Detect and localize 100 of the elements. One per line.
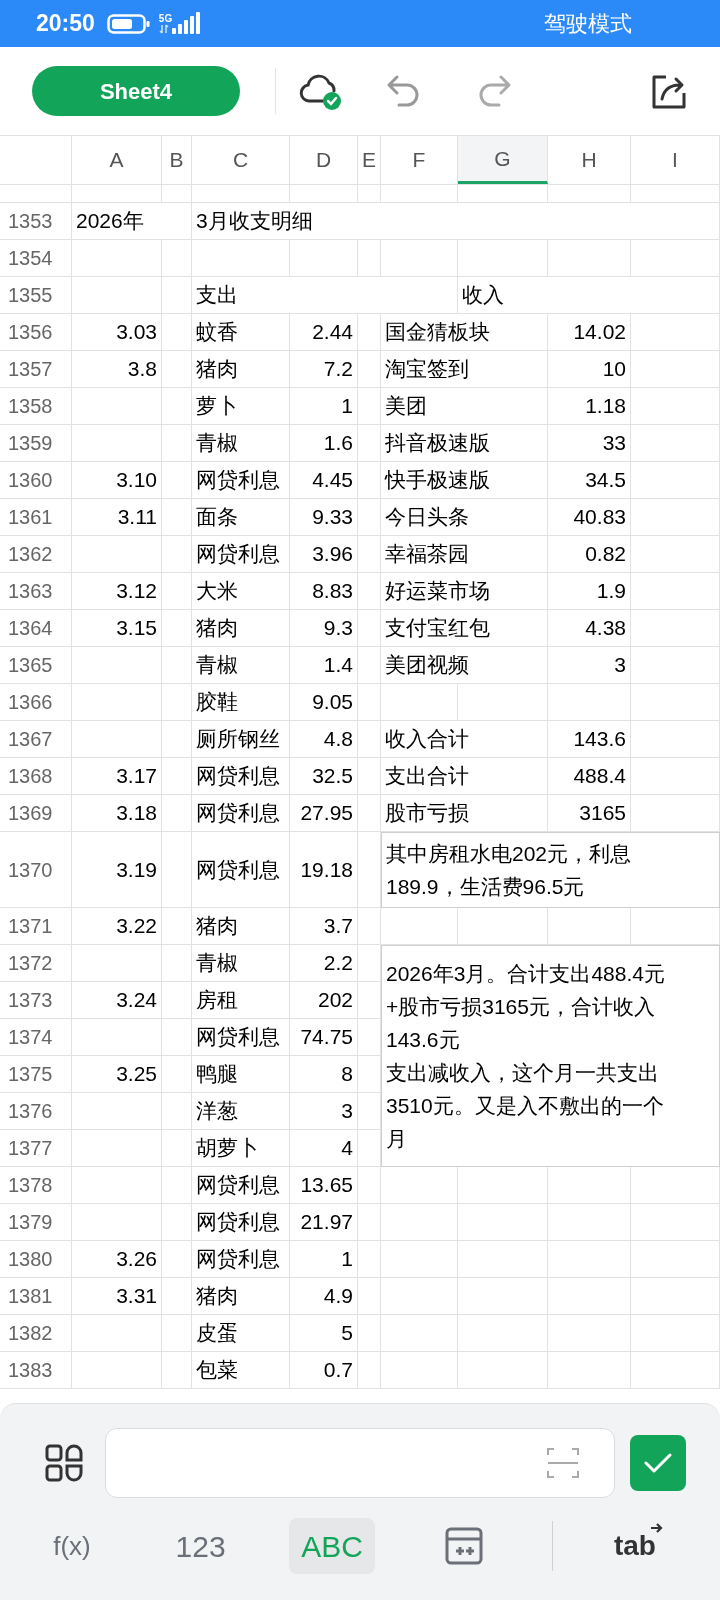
table-cell[interactable]: 3.17 xyxy=(72,758,162,795)
row-number[interactable]: 1365 xyxy=(0,647,72,684)
empty-cell[interactable] xyxy=(358,945,381,982)
table-cell[interactable]: 9.3 xyxy=(290,610,358,647)
empty-cell[interactable] xyxy=(358,1130,381,1167)
number-mode-tab[interactable]: 123 xyxy=(158,1518,243,1574)
row-number[interactable]: 1364 xyxy=(0,610,72,647)
empty-cell[interactable] xyxy=(381,684,458,721)
table-cell[interactable]: 1 xyxy=(290,1241,358,1278)
empty-cell[interactable] xyxy=(358,1241,381,1278)
table-cell[interactable]: 支出 xyxy=(192,277,458,314)
table-cell[interactable]: 1.9 xyxy=(548,573,631,610)
empty-cell[interactable] xyxy=(162,1130,192,1167)
table-cell[interactable]: 青椒 xyxy=(192,945,290,982)
row-number[interactable]: 1378 xyxy=(0,1167,72,1204)
empty-cell[interactable] xyxy=(162,1204,192,1241)
row-number[interactable]: 1375 xyxy=(0,1056,72,1093)
empty-cell[interactable] xyxy=(548,1241,631,1278)
table-cell[interactable]: 488.4 xyxy=(548,758,631,795)
column-header[interactable]: E xyxy=(358,136,381,184)
empty-cell[interactable] xyxy=(631,1278,720,1315)
table-cell[interactable]: 网贷利息 xyxy=(192,795,290,832)
row-number[interactable]: 1360 xyxy=(0,462,72,499)
column-header[interactable]: G xyxy=(458,136,548,184)
table-cell[interactable]: 包菜 xyxy=(192,1352,290,1389)
table-cell[interactable]: 3.31 xyxy=(72,1278,162,1315)
tab-key[interactable]: tab xyxy=(599,1518,670,1574)
empty-cell[interactable] xyxy=(162,499,192,536)
table-cell[interactable]: 2026年 xyxy=(72,203,192,240)
empty-cell[interactable] xyxy=(381,1204,458,1241)
empty-cell[interactable] xyxy=(358,240,381,277)
table-cell[interactable]: 8.83 xyxy=(290,573,358,610)
empty-cell[interactable] xyxy=(358,1167,381,1204)
table-cell[interactable]: 3.19 xyxy=(72,832,162,908)
table-cell[interactable]: 猪肉 xyxy=(192,351,290,388)
table-cell[interactable]: 3.22 xyxy=(72,908,162,945)
empty-cell[interactable] xyxy=(381,908,458,945)
table-cell[interactable]: 3.96 xyxy=(290,536,358,573)
table-cell[interactable]: 青椒 xyxy=(192,425,290,462)
empty-cell[interactable] xyxy=(458,684,548,721)
empty-cell[interactable] xyxy=(162,1167,192,1204)
empty-cell[interactable] xyxy=(358,1093,381,1130)
table-cell[interactable]: 皮蛋 xyxy=(192,1315,290,1352)
empty-cell[interactable] xyxy=(631,1315,720,1352)
empty-cell[interactable] xyxy=(381,1315,458,1352)
row-number[interactable]: 1371 xyxy=(0,908,72,945)
table-cell[interactable]: 青椒 xyxy=(192,647,290,684)
empty-cell[interactable] xyxy=(631,1352,720,1389)
table-cell[interactable]: 网贷利息 xyxy=(192,832,290,908)
table-cell[interactable]: 2.44 xyxy=(290,314,358,351)
empty-cell[interactable] xyxy=(162,684,192,721)
table-cell[interactable]: 27.95 xyxy=(290,795,358,832)
table-cell[interactable]: 4.38 xyxy=(548,610,631,647)
table-cell[interactable]: 7.2 xyxy=(290,351,358,388)
empty-cell[interactable] xyxy=(162,795,192,832)
apps-grid-icon[interactable] xyxy=(45,1444,83,1482)
table-cell[interactable]: 3.26 xyxy=(72,1241,162,1278)
table-cell[interactable]: 33 xyxy=(548,425,631,462)
table-cell[interactable]: 蚊香 xyxy=(192,314,290,351)
empty-cell[interactable] xyxy=(162,1241,192,1278)
row-number[interactable]: 1376 xyxy=(0,1093,72,1130)
empty-cell[interactable] xyxy=(162,1315,192,1352)
table-cell[interactable]: 4.8 xyxy=(290,721,358,758)
row-number[interactable]: 1377 xyxy=(0,1130,72,1167)
table-cell[interactable]: 3165 xyxy=(548,795,631,832)
empty-cell[interactable] xyxy=(458,240,548,277)
table-cell[interactable]: 股市亏损 xyxy=(381,795,548,832)
empty-cell[interactable] xyxy=(358,1056,381,1093)
table-cell[interactable]: 快手极速版 xyxy=(381,462,548,499)
table-cell[interactable]: 国金猜板块 xyxy=(381,314,548,351)
empty-cell[interactable] xyxy=(381,240,458,277)
scan-icon[interactable] xyxy=(546,1446,580,1480)
table-cell[interactable]: 4 xyxy=(290,1130,358,1167)
table-cell[interactable]: 网贷利息 xyxy=(192,462,290,499)
table-cell[interactable]: 10 xyxy=(548,351,631,388)
table-cell[interactable]: 网贷利息 xyxy=(192,1241,290,1278)
table-cell[interactable]: 4.9 xyxy=(290,1278,358,1315)
empty-cell[interactable] xyxy=(358,462,381,499)
empty-cell[interactable] xyxy=(381,1352,458,1389)
table-cell[interactable]: 3.11 xyxy=(72,499,162,536)
empty-cell[interactable] xyxy=(358,1278,381,1315)
empty-cell[interactable] xyxy=(162,908,192,945)
table-cell[interactable]: 厕所钢丝 xyxy=(192,721,290,758)
row-number[interactable]: 1379 xyxy=(0,1204,72,1241)
empty-cell[interactable] xyxy=(162,462,192,499)
table-cell[interactable]: 143.6 xyxy=(548,721,631,758)
row-number[interactable]: 1368 xyxy=(0,758,72,795)
row-number[interactable]: 1353 xyxy=(0,203,72,240)
empty-cell[interactable] xyxy=(358,721,381,758)
empty-cell[interactable] xyxy=(358,314,381,351)
row-number[interactable]: 1370 xyxy=(0,832,72,908)
empty-cell[interactable] xyxy=(358,573,381,610)
empty-cell[interactable] xyxy=(162,1093,192,1130)
table-cell[interactable]: 网贷利息 xyxy=(192,1167,290,1204)
empty-cell[interactable] xyxy=(631,1204,720,1241)
row-number[interactable]: 1380 xyxy=(0,1241,72,1278)
row-number[interactable]: 1357 xyxy=(0,351,72,388)
table-cell[interactable]: 3.8 xyxy=(72,351,162,388)
empty-cell[interactable] xyxy=(162,1019,192,1056)
empty-cell[interactable] xyxy=(358,908,381,945)
